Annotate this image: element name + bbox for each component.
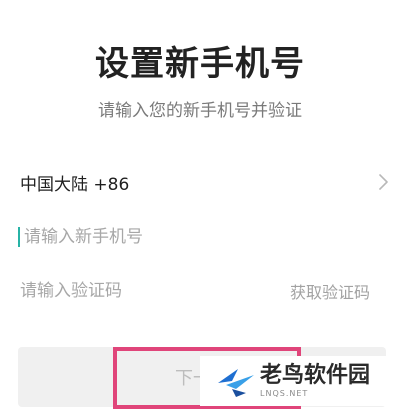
chevron-right-icon	[379, 174, 388, 190]
page-title: 设置新手机号	[95, 44, 305, 84]
watermark: 老鸟软件园 LNQS.NET	[200, 356, 400, 406]
phone-input[interactable]	[24, 227, 324, 247]
code-field-row: 获取验证码	[20, 274, 370, 308]
page-subtitle: 请输入您的新手机号并验证	[98, 101, 302, 121]
watermark-title: 老鸟软件园	[260, 363, 371, 388]
verification-code-input[interactable]	[20, 281, 260, 301]
region-label: 中国大陆 +86	[20, 174, 130, 195]
phone-field-row	[18, 220, 390, 254]
region-selector[interactable]: 中国大陆 +86	[20, 164, 390, 200]
text-cursor	[18, 227, 20, 247]
get-code-button[interactable]: 获取验证码	[290, 279, 370, 303]
watermark-subtitle: LNQS.NET	[260, 389, 309, 398]
bird-logo-icon	[218, 369, 254, 397]
